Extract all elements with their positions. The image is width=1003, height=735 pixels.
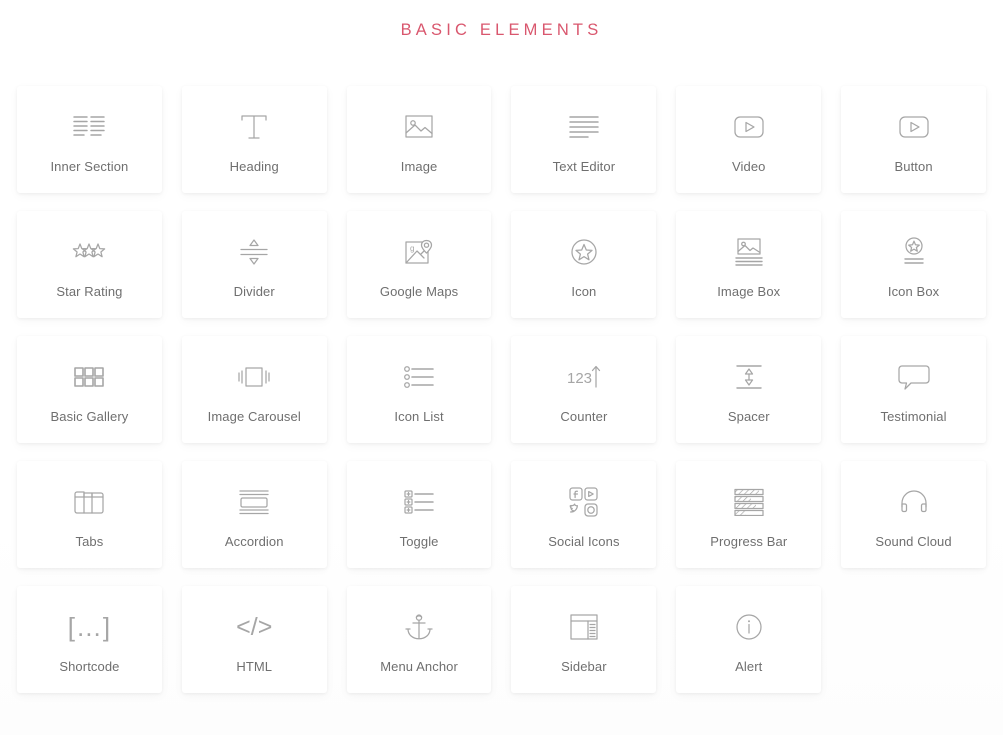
element-card-accordion[interactable]: Accordion bbox=[181, 460, 327, 568]
google-maps-icon: g bbox=[404, 230, 434, 274]
element-label: Icon Box bbox=[887, 284, 940, 299]
element-label: Video bbox=[731, 159, 766, 174]
element-card-star-rating[interactable]: Star Rating bbox=[17, 210, 162, 318]
element-card-alert[interactable]: Alert bbox=[676, 585, 822, 693]
element-card-heading[interactable]: Heading bbox=[181, 85, 327, 193]
element-card-icon-list[interactable]: Icon List bbox=[346, 335, 492, 443]
element-label: Spacer bbox=[727, 409, 770, 424]
element-card-divider[interactable]: Divider bbox=[181, 210, 327, 318]
element-label: Tabs bbox=[75, 534, 104, 549]
svg-text:g: g bbox=[410, 244, 414, 253]
element-label: Image Carousel bbox=[207, 409, 301, 424]
element-label: Sidebar bbox=[561, 659, 607, 674]
counter-icon: 123 bbox=[565, 355, 603, 399]
element-label: Testimonial bbox=[880, 409, 947, 424]
element-card-toggle[interactable]: Toggle bbox=[346, 460, 492, 568]
shortcode-icon: […] bbox=[68, 605, 111, 649]
element-label: Image bbox=[400, 159, 438, 174]
social-icons-icon bbox=[569, 480, 599, 524]
sound-cloud-icon bbox=[899, 480, 929, 524]
element-card-icon[interactable]: Icon bbox=[511, 210, 657, 318]
page-title: BASIC ELEMENTS bbox=[400, 21, 603, 39]
element-label: Progress Bar bbox=[710, 534, 788, 549]
element-label: Toggle bbox=[399, 534, 439, 549]
shortcode-glyph: […] bbox=[67, 612, 112, 642]
text-editor-icon bbox=[568, 105, 600, 149]
element-card-basic-gallery[interactable]: Basic Gallery bbox=[17, 335, 162, 443]
page-root: BASIC ELEMENTS Inner Section Heading Ima… bbox=[0, 0, 1003, 735]
element-card-sound-cloud[interactable]: Sound Cloud bbox=[841, 460, 986, 568]
tabs-icon bbox=[73, 480, 105, 524]
element-label: Google Maps bbox=[379, 284, 459, 299]
icon-box-icon bbox=[899, 230, 929, 274]
element-card-button[interactable]: Button bbox=[841, 85, 986, 193]
element-card-text-editor[interactable]: Text Editor bbox=[511, 85, 657, 193]
element-label: Basic Gallery bbox=[50, 409, 129, 424]
element-label: Shortcode bbox=[59, 659, 120, 674]
element-card-image-box[interactable]: Image Box bbox=[676, 210, 822, 318]
element-card-spacer[interactable]: Spacer bbox=[676, 335, 822, 443]
divider-icon bbox=[239, 230, 269, 274]
element-label: Sound Cloud bbox=[875, 534, 952, 549]
heading-icon bbox=[239, 105, 269, 149]
star-circle-icon bbox=[570, 230, 598, 274]
element-label: Heading bbox=[229, 159, 279, 174]
element-label: Inner Section bbox=[50, 159, 129, 174]
element-card-testimonial[interactable]: Testimonial bbox=[841, 335, 986, 443]
image-box-icon bbox=[734, 230, 764, 274]
element-label: Alert bbox=[735, 659, 763, 674]
element-card-social-icons[interactable]: Social Icons bbox=[511, 460, 657, 568]
element-card-image-carousel[interactable]: Image Carousel bbox=[181, 335, 327, 443]
image-carousel-icon bbox=[237, 355, 271, 399]
toggle-icon bbox=[403, 480, 435, 524]
element-card-html[interactable]: </> HTML bbox=[181, 585, 327, 693]
element-card-image[interactable]: Image bbox=[346, 85, 492, 193]
element-card-progress-bar[interactable]: Progress Bar bbox=[676, 460, 822, 568]
progress-bar-icon bbox=[733, 480, 765, 524]
element-card-shortcode[interactable]: […] Shortcode bbox=[17, 585, 162, 693]
video-play-icon bbox=[733, 105, 765, 149]
testimonial-icon bbox=[897, 355, 930, 399]
element-card-counter[interactable]: 123 Counter bbox=[511, 335, 657, 443]
element-card-sidebar[interactable]: Sidebar bbox=[511, 585, 657, 693]
element-label: Menu Anchor bbox=[380, 659, 458, 674]
sidebar-icon bbox=[569, 605, 599, 649]
html-code-icon: </> bbox=[236, 605, 272, 649]
element-label: Divider bbox=[233, 284, 275, 299]
accordion-icon bbox=[238, 480, 270, 524]
element-card-video[interactable]: Video bbox=[676, 85, 822, 193]
element-label: Counter bbox=[560, 409, 608, 424]
button-play-icon bbox=[898, 105, 930, 149]
icon-list-icon bbox=[403, 355, 435, 399]
element-card-google-maps[interactable]: g Google Maps bbox=[346, 210, 492, 318]
alert-info-icon bbox=[735, 605, 763, 649]
basic-gallery-icon bbox=[73, 355, 105, 399]
elements-grid: Inner Section Heading Image Text Editor … bbox=[0, 85, 1003, 693]
element-label: HTML bbox=[236, 659, 273, 674]
anchor-icon bbox=[405, 605, 433, 649]
element-card-icon-box[interactable]: Icon Box bbox=[841, 210, 986, 318]
element-label: Social Icons bbox=[548, 534, 620, 549]
spacer-icon bbox=[734, 355, 764, 399]
star-rating-icon bbox=[71, 230, 107, 274]
element-label: Image Box bbox=[717, 284, 781, 299]
element-label: Star Rating bbox=[56, 284, 123, 299]
element-card-tabs[interactable]: Tabs bbox=[17, 460, 162, 568]
svg-text:123: 123 bbox=[567, 370, 592, 387]
element-label: Accordion bbox=[224, 534, 284, 549]
element-label: Text Editor bbox=[552, 159, 616, 174]
element-label: Icon List bbox=[394, 409, 444, 424]
inner-section-icon bbox=[72, 105, 106, 149]
image-icon bbox=[404, 105, 434, 149]
element-label: Icon bbox=[571, 284, 597, 299]
element-card-inner-section[interactable]: Inner Section bbox=[17, 85, 162, 193]
element-card-menu-anchor[interactable]: Menu Anchor bbox=[346, 585, 492, 693]
html-code-glyph: </> bbox=[236, 612, 273, 641]
element-label: Button bbox=[894, 159, 933, 174]
